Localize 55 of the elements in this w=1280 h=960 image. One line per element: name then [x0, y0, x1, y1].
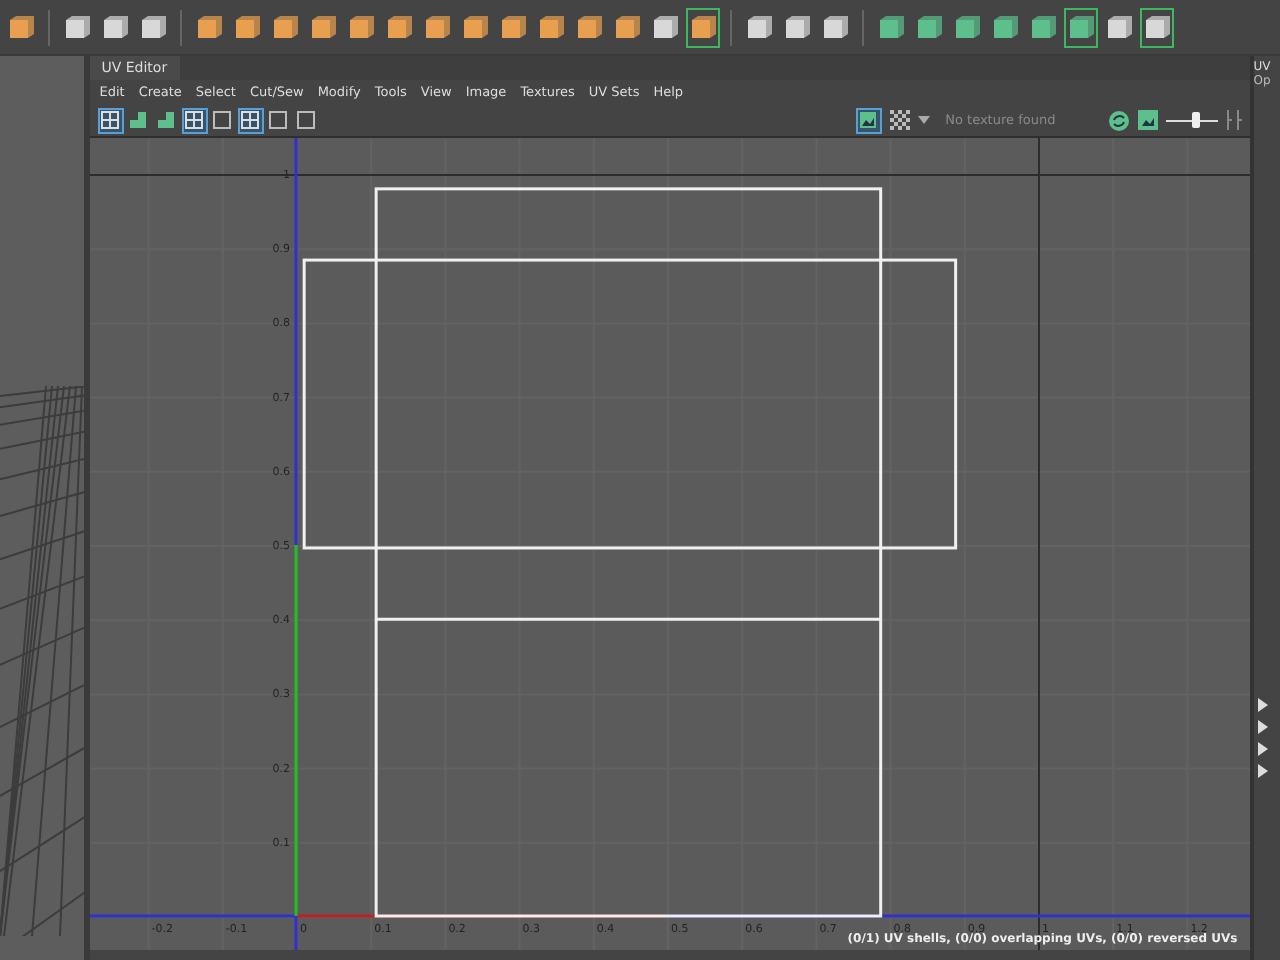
cube-icon: [537, 13, 565, 41]
cube-icon: [385, 13, 413, 41]
grid-icon: [240, 110, 261, 130]
square-icon: [268, 110, 289, 130]
cube-icon: [63, 13, 91, 41]
image-icon: [1137, 110, 1158, 130]
shelf-tool-button[interactable]: [686, 7, 720, 47]
shelf-tool-button[interactable]: [1140, 7, 1174, 47]
cube-icon: [991, 13, 1019, 41]
square-icon: [296, 110, 317, 130]
cube-icon: [953, 13, 981, 41]
cube-icon: [309, 13, 337, 41]
checker-icon: [889, 110, 910, 130]
cube-icon: [7, 13, 35, 41]
cube-icon: [499, 13, 527, 41]
image-icon: [858, 110, 879, 130]
cube-icon: [101, 13, 129, 41]
cube-icon: [1029, 13, 1057, 41]
cube-icon: [1143, 13, 1171, 41]
cube-icon: [689, 13, 717, 41]
caret-icon: [917, 116, 930, 124]
cube-icon: [613, 13, 641, 41]
toolbar-button[interactable]: [153, 107, 180, 133]
handle-icon: [1225, 110, 1242, 130]
cube-icon: [877, 13, 905, 41]
refresh-icon: [1107, 109, 1130, 131]
cube-icon: [461, 13, 489, 41]
square-icon: [212, 110, 233, 130]
toolbar-button[interactable]: [181, 107, 208, 133]
cube-icon: [195, 13, 223, 41]
grid-icon: [100, 110, 121, 130]
toolbar-button[interactable]: [265, 107, 292, 133]
cube-icon: [271, 13, 299, 41]
shelf-tool-button[interactable]: [1064, 7, 1098, 47]
cube-icon: [783, 13, 811, 41]
cube-icon: [821, 13, 849, 41]
cube-icon: [575, 13, 603, 41]
toolbar-button[interactable]: [237, 107, 264, 133]
cube-icon: [651, 13, 679, 41]
image-toggle-button[interactable]: [855, 107, 882, 133]
cube-icon: [347, 13, 375, 41]
shape-icon: [156, 110, 177, 130]
cube-icon: [1067, 13, 1095, 41]
cube-icon: [423, 13, 451, 41]
shape-icon: [128, 110, 149, 130]
toolbar-button[interactable]: [293, 107, 320, 133]
grid-icon: [184, 110, 205, 130]
cube-icon: [745, 13, 773, 41]
cube-icon: [233, 13, 261, 41]
toolbar-button[interactable]: [125, 107, 152, 133]
cube-icon: [915, 13, 943, 41]
cube-icon: [139, 13, 167, 41]
toolbar-button[interactable]: [209, 107, 236, 133]
cube-icon: [1105, 13, 1133, 41]
toolbar-button[interactable]: [97, 107, 124, 133]
